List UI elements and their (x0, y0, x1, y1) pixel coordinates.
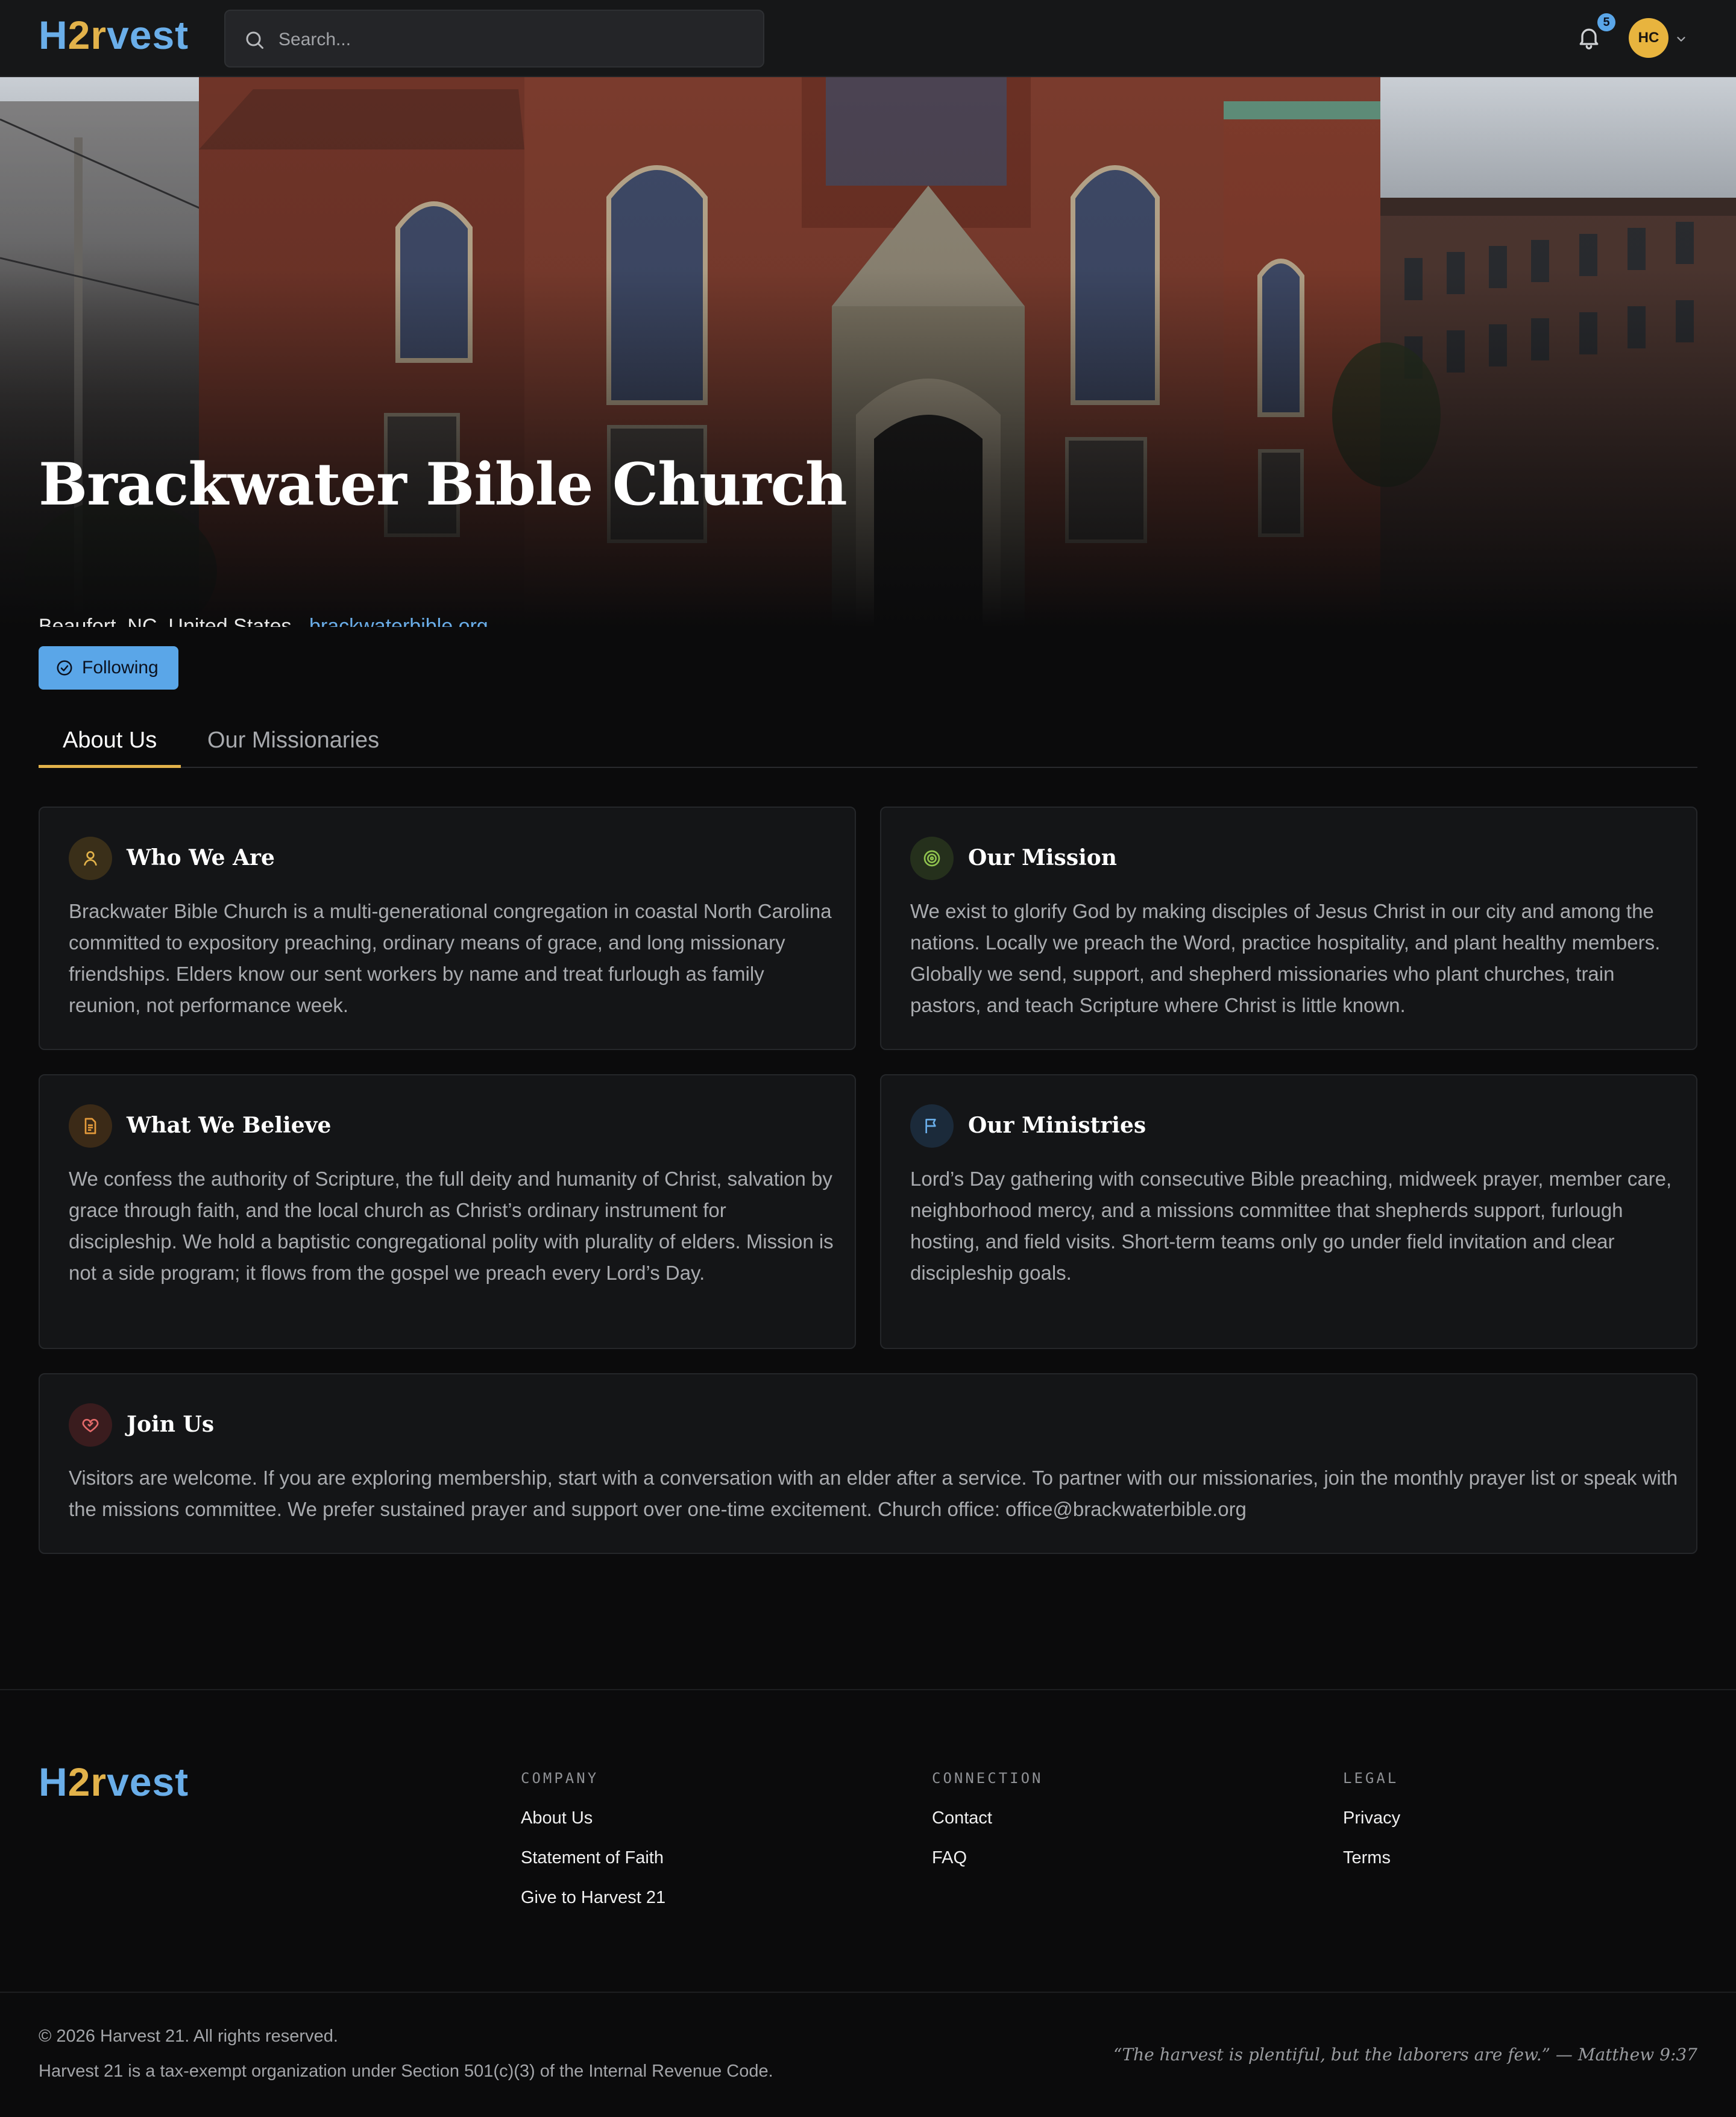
target-icon (910, 837, 954, 880)
footer-divider (0, 1689, 1736, 1690)
tab-about-us[interactable]: About Us (39, 722, 181, 768)
card-body: Brackwater Bible Church is a multi-gener… (69, 900, 832, 1016)
user-avatar[interactable]: HC (1629, 18, 1668, 58)
flag-icon (910, 1104, 954, 1148)
card-body: Visitors are welcome. If you are explori… (69, 1467, 1678, 1520)
tax-exempt-note: Harvest 21 is a tax-exempt organization … (39, 2062, 773, 2081)
footer-column-company: COMPANY About Us Statement of Faith Give… (521, 1770, 665, 1927)
footer-column-heading: CONNECTION (932, 1770, 1043, 1787)
footer-verse: “The harvest is plentiful, but the labor… (1113, 2045, 1697, 2065)
card-title: Our Ministries (968, 1113, 1146, 1138)
card-body: Lord’s Day gathering with consecutive Bi… (910, 1168, 1672, 1284)
chevron-down-icon[interactable] (1675, 33, 1688, 46)
footer-column-legal: LEGAL Privacy Terms (1343, 1770, 1400, 1887)
search-box[interactable] (224, 10, 764, 68)
who-we-are-card: Who We Are Brackwater Bible Church is a … (39, 807, 856, 1050)
footer-column-heading: COMPANY (521, 1770, 599, 1787)
copyright-text: © 2026 Harvest 21. All rights reserved. (39, 2027, 338, 2046)
church-tabs: About Us Our Missionaries (39, 722, 1697, 768)
following-button-label: Following (82, 658, 159, 678)
footer-link-terms[interactable]: Terms (1343, 1847, 1400, 1887)
notification-count-badge: 5 (1597, 13, 1615, 31)
card-body: We confess the authority of Scripture, t… (69, 1168, 834, 1284)
footer-link-privacy[interactable]: Privacy (1343, 1807, 1400, 1847)
top-navigation-bar: H2rvest 5 HC (0, 0, 1736, 77)
heart-handshake-icon (69, 1403, 112, 1447)
person-icon (69, 837, 112, 880)
footer-harvest-logo[interactable]: H2rvest (39, 1762, 189, 1802)
footer-link-contact[interactable]: Contact (932, 1807, 1043, 1847)
church-meta: Beaufort, NC, United States brackwaterbi… (39, 615, 488, 627)
footer-link-faq[interactable]: FAQ (932, 1847, 1043, 1887)
tab-our-missionaries[interactable]: Our Missionaries (183, 722, 403, 768)
church-name-title: Brackwater Bible Church (39, 450, 848, 518)
search-input[interactable] (278, 22, 749, 58)
card-title: Join Us (127, 1412, 215, 1437)
footer-link-give[interactable]: Give to Harvest 21 (521, 1887, 665, 1927)
card-title: Our Mission (968, 845, 1117, 870)
check-circle-icon (57, 660, 72, 676)
church-location: Beaufort, NC, United States (39, 615, 292, 627)
footer-link-about-us[interactable]: About Us (521, 1807, 665, 1847)
card-body: We exist to glorify God by making discip… (910, 900, 1661, 1016)
notification-bell-icon[interactable] (1576, 24, 1602, 51)
footer-link-statement-of-faith[interactable]: Statement of Faith (521, 1847, 665, 1887)
our-mission-card: Our Mission We exist to glorify God by m… (880, 807, 1697, 1050)
church-website-link[interactable]: brackwaterbible.org (309, 615, 488, 627)
church-hero-banner: Brackwater Bible Church Beaufort, NC, Un… (0, 77, 1736, 627)
hero-gradient-overlay (0, 77, 1736, 627)
footer-bottom-divider (0, 1992, 1736, 1993)
join-us-card: Join Us Visitors are welcome. If you are… (39, 1373, 1697, 1554)
card-title: What We Believe (127, 1113, 332, 1138)
our-ministries-card: Our Ministries Lord’s Day gathering with… (880, 1074, 1697, 1349)
search-icon (246, 31, 263, 49)
footer-column-heading: LEGAL (1343, 1770, 1399, 1787)
card-title: Who We Are (127, 845, 275, 870)
following-button[interactable]: Following (39, 646, 178, 690)
harvest-logo[interactable]: H2rvest (39, 15, 189, 55)
footer-column-connection: CONNECTION Contact FAQ (932, 1770, 1043, 1887)
what-we-believe-card: What We Believe We confess the authority… (39, 1074, 856, 1349)
document-icon (69, 1104, 112, 1148)
